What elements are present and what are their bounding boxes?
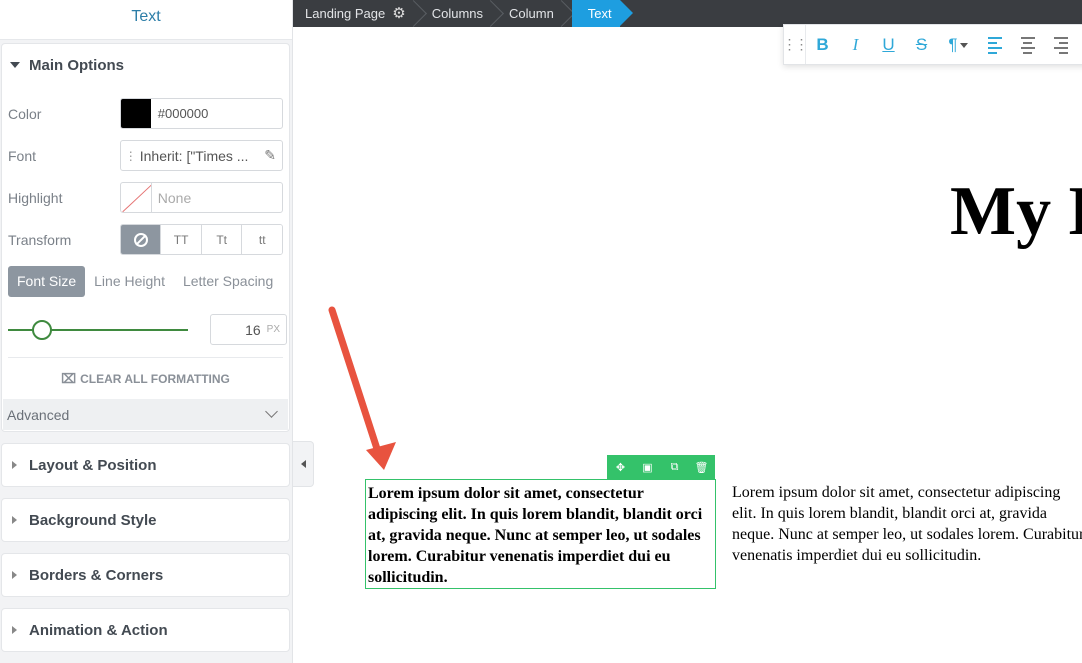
font-value: Inherit: ["Times ... bbox=[139, 147, 249, 164]
no-transform-icon bbox=[133, 232, 148, 247]
chevron-down-icon bbox=[959, 42, 968, 48]
section-title: Layout & Position bbox=[29, 456, 157, 474]
color-label: Color bbox=[8, 105, 42, 122]
highlight-value: None bbox=[157, 189, 192, 206]
tab-font-size[interactable]: Font Size bbox=[8, 266, 86, 297]
chevron-down-icon bbox=[265, 405, 278, 418]
trash-icon[interactable]: 🗑 bbox=[688, 455, 715, 479]
format-toolbar: ⋮⋮ B I U S ¶ bbox=[783, 24, 1082, 65]
transform-uppercase-button[interactable]: TT bbox=[160, 225, 201, 254]
highlight-swatch[interactable] bbox=[121, 183, 152, 212]
color-field[interactable]: #000000 bbox=[119, 98, 283, 129]
paragraph-button[interactable]: ¶ bbox=[938, 35, 978, 55]
breadcrumb-columns[interactable]: Columns bbox=[420, 0, 497, 27]
strikethrough-button[interactable]: S bbox=[905, 35, 938, 55]
color-row: Color #000000 bbox=[8, 98, 283, 129]
transform-group: TT Tt tt bbox=[119, 224, 283, 255]
align-left-icon bbox=[987, 36, 1002, 54]
section-borders-corners[interactable]: Borders & Corners bbox=[1, 553, 290, 597]
transform-capitalize-button[interactable]: Tt bbox=[200, 225, 242, 254]
transform-label: Transform bbox=[8, 231, 72, 248]
drag-dots-icon: ⋮ bbox=[124, 148, 137, 163]
page-heading[interactable]: My L bbox=[950, 172, 1082, 252]
caret-right-icon bbox=[12, 516, 17, 524]
breadcrumb-text[interactable]: Text bbox=[571, 0, 633, 27]
highlight-label: Highlight bbox=[8, 189, 63, 206]
section-title: Borders & Corners bbox=[29, 566, 164, 584]
section-layout-position[interactable]: Layout & Position bbox=[1, 443, 290, 487]
panel-title: Text bbox=[0, 0, 292, 40]
section-background-style[interactable]: Background Style bbox=[1, 498, 290, 542]
font-field[interactable]: ⋮ Inherit: ["Times ... ✎ bbox=[119, 140, 283, 171]
collapse-panel-button[interactable] bbox=[293, 441, 314, 487]
section-title: Background Style bbox=[29, 511, 157, 529]
caret-right-icon bbox=[12, 461, 17, 469]
breadcrumb-column[interactable]: Column bbox=[497, 0, 568, 27]
highlight-field[interactable]: None bbox=[119, 182, 283, 213]
main-options-card: Main Options Color #000000 Font ⋮ Inheri… bbox=[1, 43, 290, 432]
breadcrumb: Landing Page ⚙ Columns Column Text bbox=[293, 0, 1082, 27]
underline-button[interactable]: U bbox=[872, 35, 905, 55]
pencil-icon[interactable]: ✎ bbox=[264, 147, 276, 164]
color-value: #000000 bbox=[157, 106, 209, 121]
typography-tabs: Font Size Line Height Letter Spacing bbox=[8, 266, 282, 297]
breadcrumb-label: Column bbox=[509, 6, 554, 21]
settings-panel: Text Main Options Color #000000 Font ⋮ I… bbox=[0, 0, 293, 663]
text-block[interactable]: Lorem ipsum dolor sit amet, consectetur … bbox=[732, 482, 1082, 566]
duplicate-icon[interactable]: ⧉ bbox=[661, 455, 688, 479]
section-title: Animation & Action bbox=[29, 621, 168, 639]
breadcrumb-label: Columns bbox=[431, 6, 483, 21]
transform-lowercase-button[interactable]: tt bbox=[241, 225, 282, 254]
transform-none-button[interactable] bbox=[120, 225, 161, 254]
drag-handle-icon[interactable]: ⋮⋮ bbox=[783, 25, 809, 64]
element-toolbar: ✥ ▣ ⧉ 🗑 bbox=[607, 455, 715, 479]
breadcrumb-label: Landing Page bbox=[305, 6, 386, 21]
clear-format-icon: ⌧ bbox=[61, 371, 77, 386]
font-size-slider[interactable] bbox=[8, 320, 188, 340]
tab-line-height[interactable]: Line Height bbox=[85, 266, 174, 297]
advanced-label: Advanced bbox=[7, 406, 70, 423]
tab-letter-spacing[interactable]: Letter Spacing bbox=[174, 266, 282, 297]
breadcrumb-label: Text bbox=[587, 6, 612, 21]
font-size-unit: PX bbox=[266, 324, 280, 335]
font-size-value[interactable]: 16 bbox=[245, 322, 261, 338]
caret-right-icon bbox=[12, 626, 17, 634]
collapse-panel-icon bbox=[300, 460, 306, 468]
caret-right-icon bbox=[12, 571, 17, 579]
divider bbox=[8, 357, 283, 358]
font-label: Font bbox=[8, 147, 37, 164]
section-animation-action[interactable]: Animation & Action bbox=[1, 608, 290, 652]
align-center-button[interactable] bbox=[1011, 35, 1044, 55]
selected-text-block[interactable]: Lorem ipsum dolor sit amet, consectetur … bbox=[365, 479, 716, 589]
transform-row: Transform TT Tt tt bbox=[8, 224, 283, 255]
font-row: Font ⋮ Inherit: ["Times ... ✎ bbox=[8, 140, 283, 171]
move-icon[interactable]: ✥ bbox=[607, 455, 634, 479]
clear-formatting-label: CLEAR ALL FORMATTING bbox=[80, 372, 230, 386]
bold-button[interactable]: B bbox=[806, 35, 839, 55]
breadcrumb-landing-page[interactable]: Landing Page ⚙ bbox=[293, 0, 420, 27]
main-options-header[interactable]: Main Options bbox=[2, 44, 289, 86]
annotation-arrow bbox=[328, 306, 396, 470]
align-right-button[interactable] bbox=[1044, 35, 1077, 55]
align-center-icon bbox=[1020, 36, 1035, 54]
clear-formatting-button[interactable]: ⌧ CLEAR ALL FORMATTING bbox=[2, 371, 289, 387]
italic-button[interactable]: I bbox=[839, 35, 872, 55]
gear-icon[interactable]: ⚙ bbox=[392, 0, 405, 27]
main-options-title: Main Options bbox=[29, 56, 124, 74]
paragraph-icon: ¶ bbox=[948, 34, 958, 54]
slider-thumb[interactable] bbox=[32, 320, 53, 340]
save-icon[interactable]: ▣ bbox=[634, 455, 661, 479]
caret-down-icon bbox=[10, 62, 20, 68]
advanced-toggle[interactable]: Advanced bbox=[3, 399, 288, 430]
highlight-row: Highlight None bbox=[8, 182, 283, 213]
align-right-icon bbox=[1053, 36, 1068, 54]
align-left-button[interactable] bbox=[978, 35, 1011, 55]
font-size-input[interactable]: 16 PX bbox=[210, 314, 287, 345]
color-swatch[interactable] bbox=[120, 99, 151, 128]
